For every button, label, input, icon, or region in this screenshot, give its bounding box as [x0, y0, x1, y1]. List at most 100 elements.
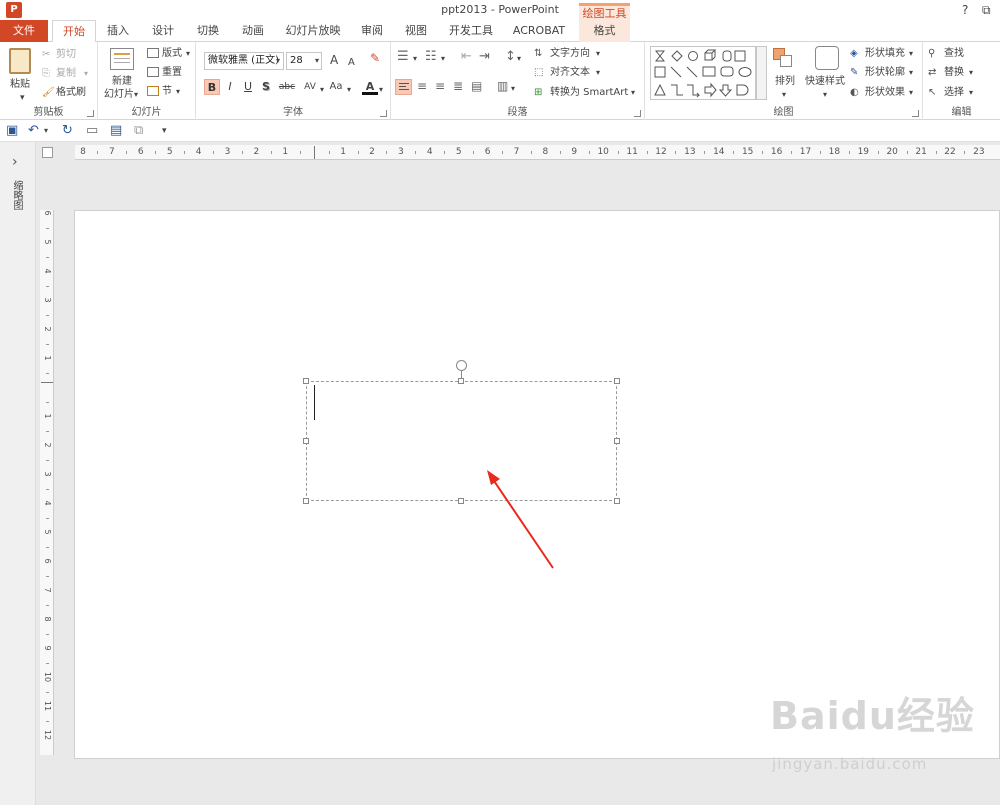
save-as-icon[interactable]: ▤ [110, 123, 122, 139]
align-right-icon[interactable]: ≡ [435, 80, 445, 93]
start-from-beginning-icon[interactable]: ▭ [86, 123, 98, 139]
clipboard-dialog-launcher[interactable] [87, 110, 94, 117]
tab-view[interactable]: 视图 [398, 20, 434, 42]
convert-smartart-button[interactable]: 转换为 SmartArt [550, 86, 628, 99]
tab-file[interactable]: 文件 [0, 20, 48, 42]
find-icon[interactable]: ⚲ [928, 47, 935, 60]
shape-effects-icon[interactable]: ◐ [850, 86, 859, 99]
copy-icon[interactable]: ⎘ [42, 67, 50, 80]
shapes-gallery[interactable] [650, 46, 756, 100]
shrink-font-button[interactable]: A [348, 56, 355, 69]
select-icon[interactable]: ↖ [928, 86, 936, 99]
cut-icon[interactable]: ✂ [42, 48, 50, 61]
justify-icon[interactable]: ≣ [453, 80, 463, 93]
align-center-icon[interactable]: ≡ [417, 80, 427, 93]
rotation-handle[interactable] [456, 360, 467, 371]
char-spacing-button[interactable]: AV [300, 79, 320, 95]
expand-pane-icon[interactable]: › [12, 154, 18, 170]
undo-dropdown[interactable]: ▾ [44, 123, 48, 139]
restore-button[interactable]: ⧉ [982, 2, 991, 18]
tab-stop-selector[interactable] [42, 147, 53, 158]
resize-handle-bottom[interactable] [458, 498, 464, 504]
paste-button[interactable]: 粘贴 [10, 78, 30, 91]
thumbnail-pane-label[interactable]: 缩略图 [10, 180, 24, 210]
tab-animations[interactable]: 动画 [235, 20, 271, 42]
grow-font-button[interactable]: A [330, 54, 338, 67]
resize-handle-right[interactable] [614, 438, 620, 444]
align-left-button[interactable] [395, 79, 412, 95]
drawing-dialog-launcher[interactable] [912, 110, 919, 117]
help-button[interactable]: ? [962, 2, 968, 18]
tab-review[interactable]: 审阅 [354, 20, 390, 42]
italic-button[interactable]: I [222, 79, 238, 95]
new-slide-dropdown[interactable]: 幻灯片 [104, 88, 134, 101]
quick-styles-icon[interactable] [815, 46, 839, 70]
resize-handle-top-left[interactable] [303, 378, 309, 384]
text-direction-button[interactable]: 文字方向 [550, 47, 590, 60]
line-spacing-icon[interactable]: ↕ [505, 50, 516, 63]
find-button[interactable]: 查找 [944, 47, 964, 60]
shape-outline-icon[interactable]: ✎ [850, 66, 858, 79]
tab-acrobat[interactable]: ACROBAT [507, 20, 571, 42]
new-slide-button[interactable]: 新建 [112, 75, 132, 88]
tab-design[interactable]: 设计 [145, 20, 181, 42]
shapes-gallery-scroll[interactable] [756, 46, 767, 100]
redo-icon[interactable]: ↻ [62, 123, 73, 139]
shape-fill-button[interactable]: 形状填充 [865, 47, 905, 60]
copy-format-icon[interactable]: ⧉ [134, 123, 143, 139]
resize-handle-bottom-left[interactable] [303, 498, 309, 504]
columns-icon[interactable]: ▥ [497, 80, 508, 93]
align-text-icon[interactable]: ⬚ [534, 66, 543, 79]
reset-button[interactable]: 重置 [162, 66, 182, 79]
strikethrough-button[interactable]: abc [276, 79, 298, 95]
cut-button[interactable]: 剪切 [56, 48, 76, 61]
select-button[interactable]: 选择 [944, 86, 964, 99]
resize-handle-top-right[interactable] [614, 378, 620, 384]
replace-icon[interactable]: ⇄ [928, 66, 936, 79]
save-icon[interactable]: ▣ [6, 123, 18, 139]
reset-icon[interactable] [147, 67, 159, 77]
text-direction-icon[interactable]: ⇅ [534, 47, 542, 60]
quick-styles-button[interactable]: 快速样式 [805, 75, 845, 88]
format-painter-button[interactable]: 格式刷 [56, 86, 86, 99]
tab-transitions[interactable]: 切换 [190, 20, 226, 42]
section-icon[interactable] [147, 86, 159, 96]
resize-handle-top[interactable] [458, 378, 464, 384]
tab-insert[interactable]: 插入 [100, 20, 136, 42]
shape-outline-button[interactable]: 形状轮廓 [865, 66, 905, 79]
paste-icon[interactable] [9, 48, 31, 74]
layout-icon[interactable] [147, 48, 159, 58]
underline-button[interactable]: U [240, 79, 256, 95]
section-button[interactable]: 节 [162, 85, 172, 98]
smartart-icon[interactable]: ⊞ [534, 86, 542, 99]
increase-indent-icon[interactable]: ⇥ [479, 50, 490, 63]
customize-qat-icon[interactable]: ▾ [162, 123, 167, 139]
clear-format-icon[interactable]: ✎ [370, 52, 380, 65]
shape-effects-button[interactable]: 形状效果 [865, 86, 905, 99]
copy-button[interactable]: 复制 [56, 67, 76, 80]
arrange-icon[interactable] [773, 48, 793, 68]
tab-slideshow[interactable]: 幻灯片放映 [280, 20, 346, 42]
tab-format[interactable]: 格式 [579, 20, 630, 42]
bold-button[interactable]: B [204, 79, 220, 95]
resize-handle-left[interactable] [303, 438, 309, 444]
distribute-icon[interactable]: ▤ [471, 80, 482, 93]
change-case-button[interactable]: Aa [326, 79, 346, 95]
align-text-button[interactable]: 对齐文本 [550, 66, 590, 79]
arrange-button[interactable]: 排列 [775, 75, 795, 88]
font-dialog-launcher[interactable] [380, 110, 387, 117]
numbering-icon[interactable]: ☷ [425, 50, 437, 63]
bullets-icon[interactable]: ☰ [397, 50, 409, 63]
decrease-indent-icon[interactable]: ⇤ [461, 50, 472, 63]
replace-button[interactable]: 替换 [944, 66, 964, 79]
horizontal-ruler[interactable]: 8 7 6 5 4 3 2 1 1 2 3 4 5 6 7 8 9 10 11 12 13 14 15 16 17 18 19 20 2… [75, 145, 1000, 160]
format-painter-icon[interactable]: 🖌 [42, 86, 55, 99]
vertical-ruler[interactable]: 6 5 4 3 2 1 1 2 3 4 5 6 7 8 9 10 11 12 [40, 210, 54, 755]
new-slide-icon[interactable] [110, 48, 134, 70]
paragraph-dialog-launcher[interactable] [634, 110, 641, 117]
font-color-button[interactable]: A [362, 79, 378, 95]
tab-home[interactable]: 开始 [52, 20, 96, 43]
layout-button[interactable]: 版式 [162, 47, 182, 60]
resize-handle-bottom-right[interactable] [614, 498, 620, 504]
undo-icon[interactable]: ↶ [28, 123, 39, 139]
